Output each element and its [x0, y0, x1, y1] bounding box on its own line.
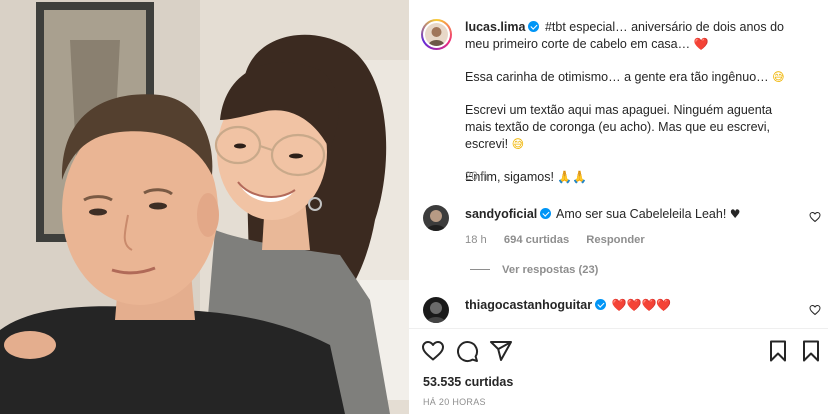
bookmark-icon[interactable]	[799, 339, 823, 363]
caption-paragraph-4: Enfim, sigamos! 🙏🙏	[465, 169, 800, 186]
verified-badge-icon	[595, 299, 607, 310]
praying-hands-emoji: 🙏🙏	[557, 170, 588, 184]
caption-timestamp[interactable]: 20 h	[465, 171, 487, 183]
author-username[interactable]: lucas.lima	[465, 20, 525, 34]
replies-line	[470, 269, 490, 270]
heart-icon[interactable]	[421, 339, 445, 363]
reply-button[interactable]: Responder	[586, 234, 644, 246]
caption-text-2: Essa carinha de otimismo… a gente era tã…	[465, 70, 769, 84]
actions-divider	[409, 328, 828, 329]
like-count[interactable]: 53.535 curtidas	[423, 375, 513, 389]
comment-2: thiagocastanhoguitar ❤️❤️❤️❤️	[465, 297, 671, 313]
sweat-smile-emoji: 😅	[511, 137, 525, 151]
share-icon[interactable]	[489, 339, 513, 363]
avatar-photo-icon	[425, 23, 448, 46]
caption-paragraph-3: Escrevi um textão aqui mas apaguei. Ning…	[465, 102, 800, 153]
author-avatar[interactable]	[421, 19, 452, 50]
avatar-photo-icon	[423, 205, 449, 231]
black-heart-emoji: ♥	[729, 207, 741, 221]
verified-badge-icon	[528, 21, 540, 32]
comment-time[interactable]: 18 h	[465, 234, 487, 246]
sweat-smile-emoji: 😅	[772, 70, 785, 84]
comment-like-heart-icon[interactable]	[809, 211, 821, 223]
caption-paragraph-1: lucas.lima #tbt especial… aniversário de…	[465, 19, 800, 53]
comment-like-heart-icon[interactable]	[809, 304, 821, 316]
commenter-avatar[interactable]	[423, 205, 449, 231]
comment-text: Amo ser sua Cabeleleila Leah!	[556, 207, 727, 221]
commenter-avatar[interactable]	[423, 297, 449, 323]
view-replies-label: Ver respostas (23)	[502, 264, 599, 276]
comment-icon[interactable]	[455, 339, 479, 363]
photo-illustration	[0, 0, 409, 414]
comment-username[interactable]: thiagocastanhoguitar	[465, 298, 592, 312]
comment-meta: 18 h 694 curtidas Responder	[465, 234, 659, 246]
comment-username[interactable]: sandyoficial	[465, 207, 537, 221]
comment-likes[interactable]: 694 curtidas	[504, 234, 569, 246]
post-photo[interactable]	[0, 0, 409, 414]
verified-badge-icon	[540, 208, 552, 219]
view-replies-button[interactable]: Ver respostas (23)	[470, 264, 598, 276]
avatar-photo-icon	[423, 297, 449, 323]
comment-text: ❤️❤️❤️❤️	[611, 298, 672, 312]
caption-paragraph-2: Essa carinha de otimismo… a gente era tã…	[465, 69, 800, 86]
post-caption: lucas.lima #tbt especial… aniversário de…	[465, 19, 800, 202]
bookmark-icon[interactable]	[766, 339, 790, 363]
post-date[interactable]: HÁ 20 HORAS	[423, 397, 486, 407]
red-heart-emoji: ❤️	[693, 37, 709, 51]
comment-1: sandyoficial Amo ser sua Cabeleleila Lea…	[465, 206, 741, 222]
